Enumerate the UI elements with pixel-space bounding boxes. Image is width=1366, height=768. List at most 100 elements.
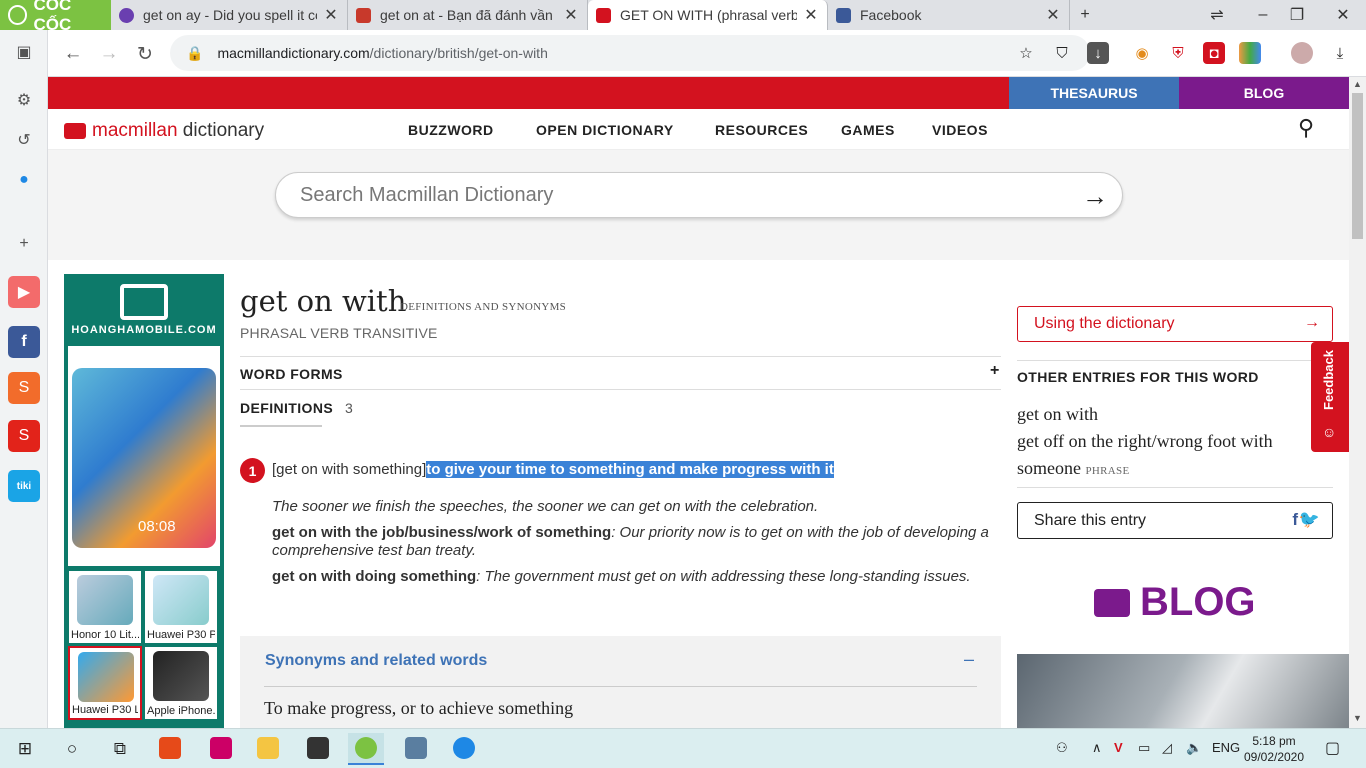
nav-videos[interactable]: VIDEOS	[932, 122, 988, 138]
tiki-icon[interactable]: tiki	[8, 470, 40, 502]
add-icon[interactable]: +	[8, 228, 40, 260]
blog-banner[interactable]: BLOG	[1094, 580, 1256, 625]
download-video-icon[interactable]: ↓	[1087, 42, 1109, 64]
downloads-icon[interactable]: ⤓	[1329, 42, 1351, 64]
avatar[interactable]	[1291, 42, 1313, 64]
network-icon[interactable]: ◿	[1162, 740, 1172, 756]
thumb-image	[153, 575, 209, 625]
sidebar-toggle-icon[interactable]: ▣	[8, 36, 40, 68]
ad-hero-phone[interactable]: 08:08	[68, 346, 220, 566]
brand-part-2: dictionary	[177, 120, 265, 141]
using-dictionary-button[interactable]: Using the dictionary →	[1017, 306, 1333, 342]
taskbar-app-coccoc[interactable]	[348, 733, 384, 765]
taskbar-app-paint[interactable]	[203, 733, 239, 765]
search-circle-icon[interactable]: ○	[57, 735, 87, 763]
ad-thumb[interactable]: Apple iPhone...	[144, 646, 218, 720]
other-entries-title: OTHER ENTRIES FOR THIS WORD	[1017, 369, 1259, 385]
messenger-icon[interactable]: ●	[8, 164, 40, 196]
star-icon[interactable]: ☆	[1015, 42, 1037, 64]
blog-link[interactable]: BLOG	[1179, 77, 1349, 109]
scroll-down-icon[interactable]: ▼	[1353, 713, 1362, 723]
facebook-share-icon[interactable]: f	[1292, 510, 1298, 530]
collapse-minus-icon[interactable]: –	[964, 649, 974, 670]
windows-start-icon[interactable]: ⊞	[10, 735, 40, 763]
twitter-share-icon[interactable]: 🐦	[1299, 510, 1320, 530]
taskbar-app-tool[interactable]	[398, 733, 434, 765]
tab-2[interactable]: get on at - Bạn đã đánh vần c ✕	[348, 0, 588, 30]
tray-chevron-icon[interactable]: ∧	[1092, 740, 1102, 756]
taskbar-app-dark[interactable]	[300, 733, 336, 765]
restore-tabs-button[interactable]: ⇌	[1194, 0, 1240, 30]
page-scrollbar[interactable]: ▲ ▼	[1349, 77, 1366, 728]
tab-1[interactable]: get on ay - Did you spell it co ✕	[111, 0, 348, 30]
example-text: The sooner we finish the speeches, the s…	[272, 498, 819, 515]
new-tab-button[interactable]: +	[1070, 0, 1100, 30]
back-icon[interactable]: ←	[58, 39, 88, 69]
url-field[interactable]: 🔒 macmillandictionary.com/dictionary/bri…	[170, 35, 1090, 71]
expand-plus-icon[interactable]: +	[990, 362, 999, 380]
other-entry-link[interactable]: get on with	[1017, 404, 1098, 425]
dictionary-search-input[interactable]: Search Macmillan Dictionary →	[275, 172, 1123, 218]
ad-thumb[interactable]: Huawei P30 L...	[68, 646, 142, 720]
close-icon[interactable]: ✕	[563, 5, 579, 25]
close-icon[interactable]: ✕	[1045, 5, 1061, 25]
shopee-icon[interactable]: S	[8, 372, 40, 404]
sendo-icon[interactable]: S	[8, 420, 40, 452]
task-view-icon[interactable]: ⧉	[105, 735, 135, 763]
thumb-image	[153, 651, 209, 701]
thesaurus-link[interactable]: THESAURUS	[1009, 77, 1179, 109]
blog-image[interactable]	[1017, 654, 1349, 728]
taskbar-app-explorer[interactable]	[250, 733, 286, 765]
word-forms-toggle[interactable]: WORD FORMS	[240, 366, 343, 382]
settings-icon[interactable]: ⚙	[8, 84, 40, 116]
extension-shield-icon[interactable]: ⛨	[1167, 42, 1189, 64]
nav-open-dictionary[interactable]: OPEN DICTIONARY	[536, 122, 674, 138]
ad-thumb[interactable]: Huawei P30 P...	[144, 570, 218, 644]
close-icon[interactable]: ✕	[803, 5, 819, 25]
history-icon[interactable]: ↺	[8, 124, 40, 156]
taskbar-app-office[interactable]	[152, 733, 188, 765]
other-entry-link[interactable]: get off on the right/wrong foot with	[1017, 431, 1273, 452]
shield-icon[interactable]: ⛉	[1051, 42, 1073, 64]
search-submit-arrow-icon[interactable]: →	[1082, 181, 1108, 212]
other-entry-link[interactable]: someone PHRASE	[1017, 458, 1129, 479]
selected-definition-text[interactable]: to give your time to something and make …	[426, 461, 834, 478]
scrollbar-thumb[interactable]	[1352, 93, 1363, 239]
facebook-icon[interactable]: f	[8, 326, 40, 358]
coccoc-logo[interactable]: CỐC CỐC	[0, 0, 111, 34]
macmillan-logo[interactable]: macmillan dictionary	[64, 120, 264, 142]
extension-red-icon[interactable]: ◘	[1203, 42, 1225, 64]
feedback-tab[interactable]: Feedback ☺	[1311, 342, 1349, 452]
maximize-button[interactable]: ❐	[1274, 0, 1320, 30]
people-icon[interactable]: ⚇	[1056, 740, 1068, 756]
extension-color-icon[interactable]	[1239, 42, 1261, 64]
search-icon[interactable]: ⚲	[1298, 115, 1314, 141]
tray-app-icon[interactable]: V	[1114, 740, 1123, 755]
language-indicator[interactable]: ENG	[1212, 740, 1240, 755]
nav-buzzword[interactable]: BUZZWORD	[408, 122, 494, 138]
thumb-image	[78, 652, 134, 702]
nav-resources[interactable]: RESOURCES	[715, 122, 808, 138]
app-icon	[307, 737, 329, 759]
volume-icon[interactable]: 🔈	[1186, 740, 1202, 756]
clock[interactable]: 5:18 pm 09/02/2020	[1240, 733, 1308, 765]
notifications-icon[interactable]: ▢	[1325, 738, 1340, 758]
synonyms-title[interactable]: Synonyms and related words	[265, 652, 487, 670]
close-icon[interactable]: ✕	[323, 5, 339, 25]
tab-3-active[interactable]: GET ON WITH (phrasal verb) d ✕	[588, 0, 828, 30]
reload-icon[interactable]: ↻	[130, 39, 160, 69]
window-close-button[interactable]: ✕	[1320, 0, 1366, 30]
taskbar-app-zalo[interactable]	[446, 733, 482, 765]
scroll-up-icon[interactable]: ▲	[1353, 79, 1362, 89]
battery-icon[interactable]: ▭	[1138, 740, 1150, 756]
youtube-icon[interactable]: ▶	[8, 276, 40, 308]
nav-games[interactable]: GAMES	[841, 122, 895, 138]
forward-icon[interactable]: →	[94, 39, 124, 69]
tab-4[interactable]: Facebook ✕	[828, 0, 1070, 30]
share-entry-box[interactable]: Share this entry f 🐦	[1017, 502, 1333, 539]
advertisement[interactable]: HOANGHAMOBILE.COM 08:08 Honor 10 Lit... …	[64, 274, 224, 728]
ad-thumb[interactable]: Honor 10 Lit...	[68, 570, 142, 644]
extension-chrome-icon[interactable]: ◉	[1131, 42, 1153, 64]
search-placeholder: Search Macmillan Dictionary	[300, 183, 554, 206]
divider	[240, 356, 1001, 357]
